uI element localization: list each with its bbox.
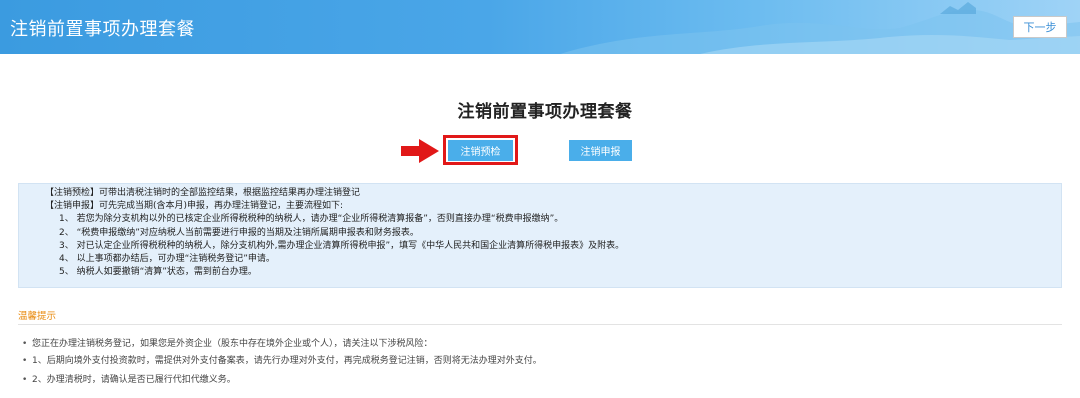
declare-button[interactable]: 注销申报 (569, 140, 632, 161)
tip-item: • 您正在办理注销税务登记，如果您是外资企业（股东中存在境外企业或个人），请关注以… (22, 336, 433, 349)
notice-step: 3、 对已认定企业所得税税种的纳税人，除分支机构外,需办理企业清算所得税申报”，… (59, 240, 625, 251)
tip-text: 1、后期向境外支付投资款时，需提供对外支付备案表，请先行办理对外支付，再完成税务… (32, 356, 542, 366)
page-title: 注销前置事项办理套餐 (457, 102, 633, 122)
notice-step: 1、 若您为除分支机构以外的已核定企业所得税税种的纳税人，请办理“企业所得税清算… (59, 214, 564, 225)
page-header: 注销前置事项办理套餐 下一步 (0, 0, 1080, 54)
bullet-icon: • (22, 339, 28, 349)
tip-item: • 2、办理清税时，请确认是否已履行代扣代缴义务。 (22, 372, 236, 385)
bullet-icon: • (22, 375, 28, 385)
header-title: 注销前置事项办理套餐 (10, 19, 195, 40)
notice-line: 【注销预检】可带出清税注销时的全部监控结果，根据监控结果再办理注销登记 (45, 188, 361, 198)
notice-step: 4、 以上事项都办结后，可办理“注销税务登记”申请。 (59, 254, 275, 265)
tip-text: 您正在办理注销税务登记，如果您是外资企业（股东中存在境外企业或个人），请关注以下… (32, 339, 433, 349)
notice-line: 【注销申报】可先完成当期(含本月)申报，再办理注销登记，主要流程如下: (45, 201, 344, 212)
tip-item: • 1、后期向境外支付投资款时，需提供对外支付备案表，请先行办理对外支付，再完成税… (22, 353, 542, 366)
next-step-button[interactable]: 下一步 (1013, 16, 1067, 38)
tip-text: 2、办理清税时，请确认是否已履行代扣代缴义务。 (32, 375, 236, 385)
notice-panel: 【注销预检】可带出清税注销时的全部监控结果，根据监控结果再办理注销登记 【注销申… (18, 183, 1062, 288)
tips-title: 温馨提示 (18, 311, 57, 322)
red-arrow-icon (401, 139, 439, 163)
precheck-button[interactable]: 注销预检 (448, 140, 513, 161)
notice-step: 2、 “税费申报缴纳”对应纳税人当前需要进行申报的当期及注销所属期申报表和财务报… (59, 227, 419, 238)
notice-step: 5、 纳税人如要撤销“清算”状态，需到前台办理。 (59, 267, 257, 278)
bullet-icon: • (22, 356, 28, 366)
divider (18, 324, 1062, 325)
